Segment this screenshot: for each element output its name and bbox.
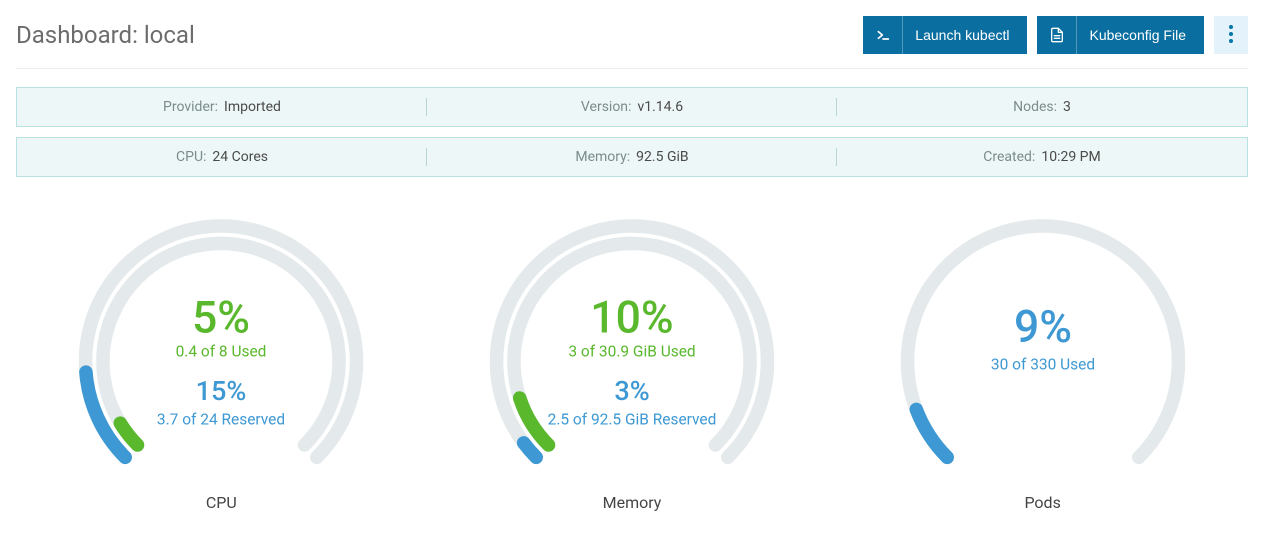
info-label: Created: bbox=[983, 149, 1035, 165]
launch-kubectl-label: Launch kubectl bbox=[915, 27, 1009, 43]
file-icon bbox=[1037, 16, 1077, 54]
svg-text:2.5 of 92.5 GiB Reserved: 2.5 of 92.5 GiB Reserved bbox=[548, 410, 717, 428]
svg-text:9%: 9% bbox=[1014, 301, 1072, 353]
header-actions: Launch kubectl Kubeconfig File bbox=[863, 16, 1248, 54]
svg-text:3%: 3% bbox=[614, 375, 649, 407]
info-cell-version: Version: v1.14.6 bbox=[427, 88, 837, 126]
info-value: Imported bbox=[224, 99, 281, 115]
launch-kubectl-button[interactable]: Launch kubectl bbox=[863, 16, 1027, 54]
svg-text:30 of 330 Used: 30 of 330 Used bbox=[991, 355, 1095, 373]
info-value: 24 Cores bbox=[212, 149, 268, 165]
info-value: 10:29 PM bbox=[1041, 149, 1100, 165]
svg-text:3 of 30.9 GiB Used: 3 of 30.9 GiB Used bbox=[568, 343, 695, 361]
kubeconfig-file-button[interactable]: Kubeconfig File bbox=[1037, 16, 1204, 54]
svg-text:0.4 of 8 Used: 0.4 of 8 Used bbox=[176, 343, 267, 361]
info-cell-cpu: CPU: 24 Cores bbox=[17, 138, 427, 176]
svg-text:3.7 of 24 Reserved: 3.7 of 24 Reserved bbox=[157, 410, 285, 428]
kubeconfig-file-label: Kubeconfig File bbox=[1089, 27, 1186, 43]
gauge-cpu: 5%0.4 of 8 Used 15% 3.7 of 24 Reserved CPU bbox=[31, 197, 411, 512]
svg-text:10%: 10% bbox=[590, 291, 673, 343]
info-label: CPU: bbox=[176, 149, 206, 165]
info-label: Version: bbox=[581, 99, 632, 115]
info-label: Memory: bbox=[575, 149, 630, 165]
info-row-2: CPU: 24 Cores Memory: 92.5 GiB Created: … bbox=[16, 137, 1248, 177]
svg-text:15%: 15% bbox=[196, 375, 247, 407]
dots-vertical-icon bbox=[1229, 25, 1233, 46]
gauge-label: CPU bbox=[206, 493, 237, 512]
info-value: 3 bbox=[1063, 99, 1071, 115]
gauge-pods: 9% 30 of 330 Used Pods bbox=[853, 197, 1233, 512]
info-cell-provider: Provider: Imported bbox=[17, 88, 427, 126]
more-menu-button[interactable] bbox=[1214, 16, 1248, 54]
gauge-memory: 10%3 of 30.9 GiB Used 3% 2.5 of 92.5 GiB R… bbox=[442, 197, 822, 512]
terminal-icon bbox=[863, 16, 903, 54]
gauge-label: Memory bbox=[603, 493, 662, 512]
gauges-container: 5%0.4 of 8 Used 15% 3.7 of 24 Reserved CPU 1… bbox=[16, 197, 1248, 512]
info-label: Nodes: bbox=[1013, 99, 1057, 115]
info-value: v1.14.6 bbox=[637, 99, 683, 115]
page-title: Dashboard: local bbox=[16, 21, 195, 49]
info-cell-memory: Memory: 92.5 GiB bbox=[427, 138, 837, 176]
svg-text:5%: 5% bbox=[192, 291, 250, 343]
gauge-label: Pods bbox=[1024, 493, 1060, 512]
info-cell-nodes: Nodes: 3 bbox=[837, 88, 1247, 126]
info-label: Provider: bbox=[163, 99, 218, 115]
info-value: 92.5 GiB bbox=[636, 149, 688, 165]
info-cell-created: Created: 10:29 PM bbox=[837, 138, 1247, 176]
info-row-1: Provider: Imported Version: v1.14.6 Node… bbox=[16, 87, 1248, 127]
